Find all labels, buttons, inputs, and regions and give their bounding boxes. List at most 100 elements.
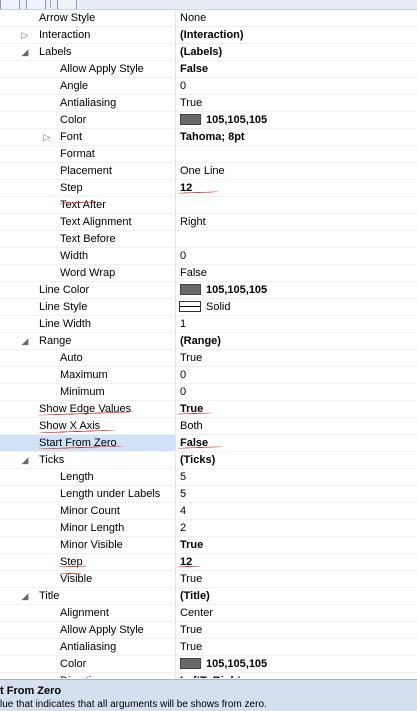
property-name-cell[interactable]: Minor Visible <box>0 537 176 553</box>
property-name-cell[interactable]: Alignment <box>0 605 176 621</box>
property-value-cell[interactable]: One Line <box>176 163 417 179</box>
property-name-cell[interactable]: Format <box>0 146 176 162</box>
property-row-text-before[interactable]: Text Before <box>0 231 417 248</box>
property-value-cell[interactable]: Center <box>176 605 417 621</box>
property-row-word-wrap[interactable]: Word Wrap False <box>0 265 417 282</box>
property-row-alignment[interactable]: Alignment Center <box>0 605 417 622</box>
property-name-cell[interactable]: Minor Count <box>0 503 176 519</box>
property-value-cell[interactable] <box>176 197 417 213</box>
property-value-cell[interactable]: (Title) <box>176 588 417 604</box>
property-row-minimum[interactable]: Minimum 0 <box>0 384 417 401</box>
property-row-allow-apply-style[interactable]: Allow Apply Style False <box>0 61 417 78</box>
property-name-cell[interactable]: Show X Axis <box>0 418 176 434</box>
property-value-cell[interactable]: 12 <box>176 180 417 196</box>
property-row-step[interactable]: Step 12 <box>0 554 417 571</box>
property-value-cell[interactable]: (Interaction) <box>176 27 417 43</box>
property-row-minor-count[interactable]: Minor Count 4 <box>0 503 417 520</box>
property-value-cell[interactable]: 12 <box>176 554 417 570</box>
property-row-font[interactable]: ▷ Font Tahoma; 8pt <box>0 129 417 146</box>
property-row-text-after[interactable]: Text After <box>0 197 417 214</box>
property-name-cell[interactable]: ▷ Font <box>0 129 176 145</box>
property-name-cell[interactable]: Width <box>0 248 176 264</box>
property-row-length[interactable]: Length 5 <box>0 469 417 486</box>
property-row-minor-length[interactable]: Minor Length 2 <box>0 520 417 537</box>
property-name-cell[interactable]: Minimum <box>0 384 176 400</box>
property-name-cell[interactable]: Step <box>0 554 176 570</box>
property-name-cell[interactable]: Line Width <box>0 316 176 332</box>
property-row-arrow-style[interactable]: Arrow Style None <box>0 10 417 27</box>
property-row-placement[interactable]: Placement One Line <box>0 163 417 180</box>
property-value-cell[interactable]: 0 <box>176 78 417 94</box>
collapse-icon[interactable]: ◢ <box>20 333 30 349</box>
expand-icon[interactable]: ▷ <box>42 129 52 145</box>
property-name-cell[interactable]: Text Alignment <box>0 214 176 230</box>
property-name-cell[interactable]: Line Style <box>0 299 176 315</box>
property-name-cell[interactable]: ◢ Range <box>0 333 176 349</box>
property-row-range[interactable]: ◢ Range (Range) <box>0 333 417 350</box>
property-row-antialiasing[interactable]: Antialiasing True <box>0 95 417 112</box>
collapse-icon[interactable]: ◢ <box>20 452 30 468</box>
property-name-cell[interactable]: Line Color <box>0 282 176 298</box>
property-name-cell[interactable]: Antialiasing <box>0 639 176 655</box>
property-pages-button[interactable] <box>57 0 77 9</box>
property-value-cell[interactable] <box>176 231 417 247</box>
property-value-cell[interactable]: Solid <box>176 299 417 315</box>
property-value-cell[interactable]: LeftToRight <box>176 673 417 678</box>
property-row-direction[interactable]: Direction LeftToRight <box>0 673 417 678</box>
property-row-auto[interactable]: Auto True <box>0 350 417 367</box>
property-row-ticks[interactable]: ◢ Ticks (Ticks) <box>0 452 417 469</box>
property-name-cell[interactable]: Visible <box>0 571 176 587</box>
property-value-cell[interactable]: (Range) <box>176 333 417 349</box>
property-name-cell[interactable]: Word Wrap <box>0 265 176 281</box>
property-value-cell[interactable]: 105,105,105 <box>176 282 417 298</box>
property-value-cell[interactable]: True <box>176 350 417 366</box>
property-row-line-color[interactable]: Line Color 105,105,105 <box>0 282 417 299</box>
property-row-step[interactable]: Step 12 <box>0 180 417 197</box>
property-name-cell[interactable]: Maximum <box>0 367 176 383</box>
property-name-cell[interactable]: Allow Apply Style <box>0 622 176 638</box>
collapse-icon[interactable]: ◢ <box>20 588 30 604</box>
collapse-icon[interactable]: ◢ <box>20 44 30 60</box>
property-name-cell[interactable]: Length under Labels <box>0 486 176 502</box>
property-row-antialiasing[interactable]: Antialiasing True <box>0 639 417 656</box>
alphabetical-view-button[interactable] <box>26 0 46 9</box>
property-row-interaction[interactable]: ▷ Interaction (Interaction) <box>0 27 417 44</box>
property-value-cell[interactable]: False <box>176 265 417 281</box>
property-value-cell[interactable]: 0 <box>176 384 417 400</box>
property-value-cell[interactable]: 105,105,105 <box>176 656 417 672</box>
property-row-line-width[interactable]: Line Width 1 <box>0 316 417 333</box>
property-row-title[interactable]: ◢ Title (Title) <box>0 588 417 605</box>
property-row-length-under-labels[interactable]: Length under Labels 5 <box>0 486 417 503</box>
property-value-cell[interactable]: True <box>176 571 417 587</box>
property-value-cell[interactable]: None <box>176 10 417 26</box>
property-value-cell[interactable]: True <box>176 639 417 655</box>
property-value-cell[interactable]: 5 <box>176 486 417 502</box>
property-name-cell[interactable]: Show Edge Values <box>0 401 176 417</box>
property-name-cell[interactable]: Length <box>0 469 176 485</box>
property-value-cell[interactable]: True <box>176 401 417 417</box>
property-name-cell[interactable]: Start From Zero <box>0 435 176 451</box>
property-row-text-alignment[interactable]: Text Alignment Right <box>0 214 417 231</box>
property-name-cell[interactable]: Arrow Style <box>0 10 176 26</box>
property-row-width[interactable]: Width 0 <box>0 248 417 265</box>
expand-icon[interactable]: ▷ <box>20 27 30 43</box>
property-name-cell[interactable]: Color <box>0 656 176 672</box>
property-value-cell[interactable]: 2 <box>176 520 417 536</box>
property-row-line-style[interactable]: Line Style Solid <box>0 299 417 316</box>
property-name-cell[interactable]: Step <box>0 180 176 196</box>
property-value-cell[interactable]: Both <box>176 418 417 434</box>
property-row-show-edge-values[interactable]: Show Edge Values True <box>0 401 417 418</box>
property-value-cell[interactable]: True <box>176 622 417 638</box>
property-value-cell[interactable]: 105,105,105 <box>176 112 417 128</box>
property-name-cell[interactable]: ▷ Interaction <box>0 27 176 43</box>
property-value-cell[interactable]: Tahoma; 8pt <box>176 129 417 145</box>
property-value-cell[interactable]: Right <box>176 214 417 230</box>
property-value-cell[interactable]: (Ticks) <box>176 452 417 468</box>
property-name-cell[interactable]: ◢ Title <box>0 588 176 604</box>
property-value-cell[interactable]: 0 <box>176 248 417 264</box>
property-value-cell[interactable]: 0 <box>176 367 417 383</box>
property-row-angle[interactable]: Angle 0 <box>0 78 417 95</box>
property-value-cell[interactable] <box>176 146 417 162</box>
property-row-minor-visible[interactable]: Minor Visible True <box>0 537 417 554</box>
property-value-cell[interactable]: 5 <box>176 469 417 485</box>
